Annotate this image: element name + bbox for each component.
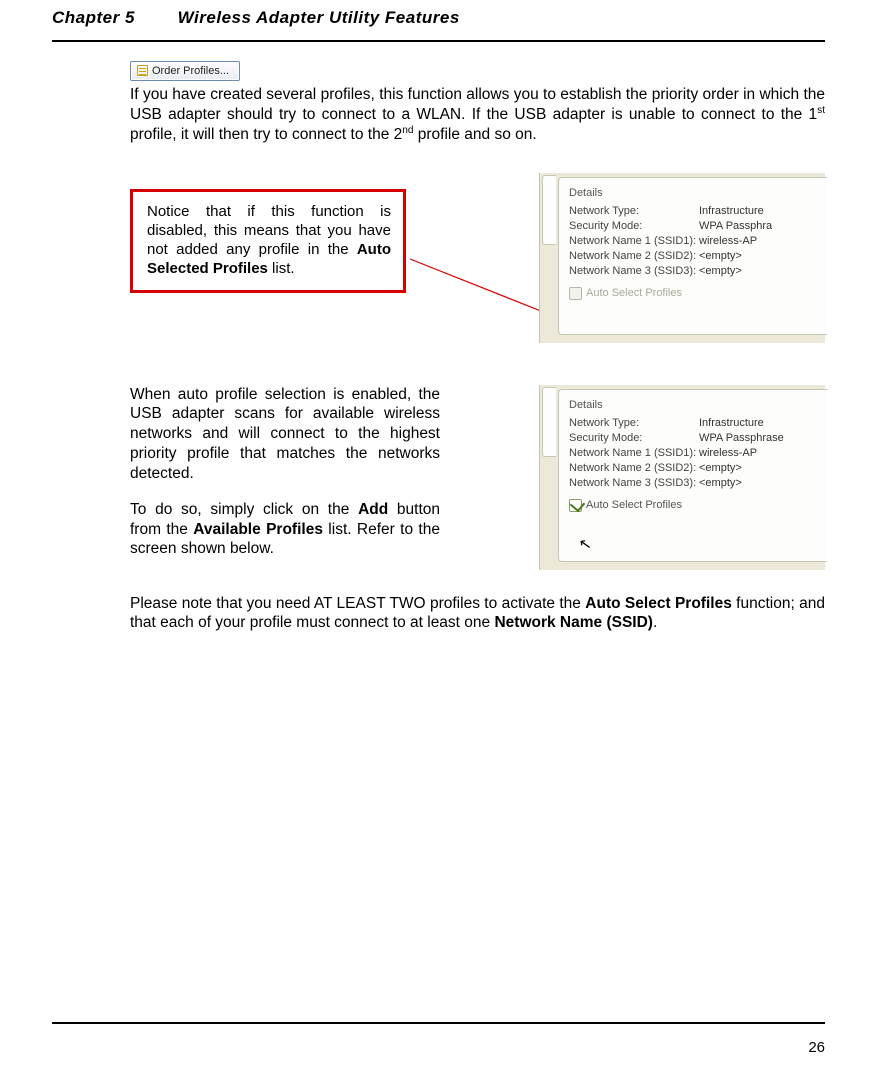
text-bold: Auto Select Profiles	[585, 595, 732, 612]
text: list.	[268, 260, 295, 277]
ordinal-suffix: nd	[402, 125, 413, 136]
auto-select-checkbox-row: Auto Select Profiles	[569, 498, 823, 512]
text: Please note that you need AT LEAST TWO p…	[130, 595, 585, 612]
details-title: Details	[569, 186, 823, 200]
text-bold: Available Profiles	[193, 521, 323, 538]
intro-paragraph: If you have created several profiles, th…	[130, 85, 825, 144]
text: To do so, simply click on the	[130, 501, 358, 518]
text: profile and so on.	[413, 126, 536, 143]
auto-select-checkbox-label: Auto Select Profiles	[586, 286, 682, 300]
detail-row: Network Name 3 (SSID3):<empty>	[569, 476, 823, 490]
callout-row: Notice that if this function is disabled…	[130, 173, 825, 363]
detail-row: Network Name 1 (SSID1):wireless-AP	[569, 446, 823, 460]
details-title: Details	[569, 398, 823, 412]
cursor-icon: ↖	[577, 534, 593, 555]
header-rule	[52, 40, 825, 42]
text: If you have created several profiles, th…	[130, 86, 825, 123]
footer-rule	[52, 1022, 825, 1024]
paragraph: When auto profile selection is enabled, …	[130, 385, 440, 484]
text-bold: Network Name (SSID)	[494, 614, 652, 631]
list-icon	[137, 65, 148, 76]
auto-select-checkbox-row: Auto Select Profiles	[569, 286, 823, 300]
order-profiles-label: Order Profiles...	[152, 65, 229, 77]
callout-box: Notice that if this function is disabled…	[130, 189, 406, 294]
text: profile, it will then try to connect to …	[130, 126, 402, 143]
chapter-label: Chapter 5	[52, 8, 135, 27]
page-content: Order Profiles... If you have created se…	[130, 60, 825, 633]
ordinal-suffix: st	[817, 105, 825, 116]
details-groupbox: Details Network Type:Infrastructure Secu…	[558, 389, 827, 562]
note-paragraph: Please note that you need AT LEAST TWO p…	[130, 594, 825, 634]
left-column: When auto profile selection is enabled, …	[130, 385, 440, 560]
paragraph: To do so, simply click on the Add button…	[130, 500, 440, 559]
chapter-title: Wireless Adapter Utility Features	[178, 8, 460, 27]
detail-row: Network Name 1 (SSID1):wireless-AP	[569, 234, 823, 248]
detail-row: Security Mode:WPA Passphra	[569, 219, 823, 233]
detail-row: Security Mode:WPA Passphrase	[569, 431, 823, 445]
detail-row: Network Name 2 (SSID2):<empty>	[569, 249, 823, 263]
auto-select-checkbox[interactable]	[569, 499, 582, 512]
order-profiles-button[interactable]: Order Profiles...	[130, 61, 240, 81]
detail-row: Network Type:Infrastructure	[569, 204, 823, 218]
page-number: 26	[808, 1039, 825, 1056]
detail-row: Network Type:Infrastructure	[569, 416, 823, 430]
tab-edge	[542, 387, 556, 457]
enabled-row: When auto profile selection is enabled, …	[130, 385, 825, 570]
text: .	[653, 614, 657, 631]
text-bold: Add	[358, 501, 388, 518]
spacer	[130, 484, 440, 500]
auto-select-checkbox-label: Auto Select Profiles	[586, 498, 682, 512]
detail-row: Network Name 3 (SSID3):<empty>	[569, 264, 823, 278]
details-panel-disabled: Details Network Type:Infrastructure Secu…	[539, 173, 825, 343]
page-header: Chapter 5 Wireless Adapter Utility Featu…	[52, 8, 825, 28]
text: Notice that if this function is disabled…	[147, 203, 391, 258]
auto-select-checkbox[interactable]	[569, 287, 582, 300]
details-panel-enabled: Details Network Type:Infrastructure Secu…	[539, 385, 825, 570]
tab-edge	[542, 175, 556, 245]
detail-row: Network Name 2 (SSID2):<empty>	[569, 461, 823, 475]
details-groupbox: Details Network Type:Infrastructure Secu…	[558, 177, 827, 335]
